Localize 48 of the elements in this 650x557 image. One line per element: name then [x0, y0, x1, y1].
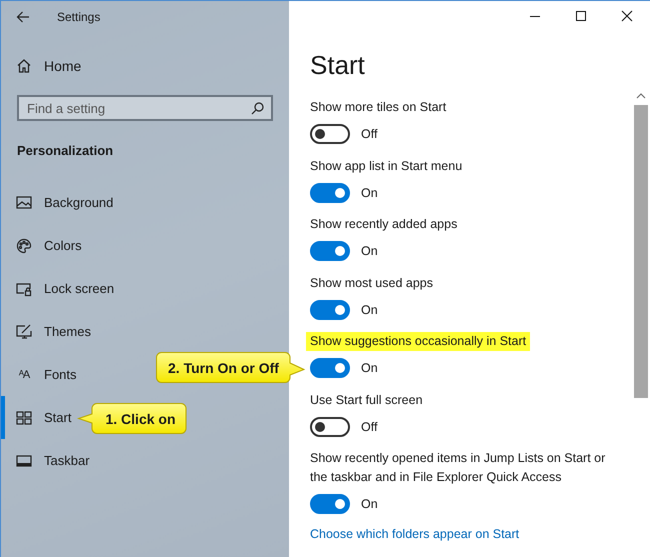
scroll-thumb[interactable] — [634, 105, 648, 398]
font-glyph-icon: ᴬA — [16, 368, 32, 380]
setting-label: Use Start full screen — [310, 392, 423, 408]
page-heading: Start — [310, 49, 366, 82]
scroll-up-icon[interactable] — [636, 93, 646, 99]
home-link[interactable]: Home — [1, 50, 289, 82]
toggle-switch[interactable] — [310, 494, 350, 514]
setting-label: Show recently added apps — [310, 216, 458, 233]
sidebar-item[interactable]: Start — [1, 396, 82, 439]
setting-label: Show more tiles on Start — [310, 99, 446, 116]
toggle-state: Off — [361, 127, 378, 141]
window-title: Settings — [57, 10, 100, 24]
setting-label: Show app list in Start menu — [310, 158, 462, 175]
folders-link[interactable]: Choose which folders appear on Start — [310, 526, 520, 540]
toggle-state: On — [361, 186, 378, 200]
sidebar-item[interactable]: Themes — [1, 310, 101, 353]
taskbar-icon — [16, 452, 32, 468]
search-field[interactable]: Find a setting — [17, 95, 273, 121]
lock-screen-icon — [16, 280, 32, 296]
toggle-switch[interactable] — [310, 416, 350, 436]
palette-icon — [16, 238, 32, 254]
search-icon — [251, 102, 264, 115]
sidebar-item[interactable]: Lock screen — [1, 267, 124, 310]
section-heading: Personalization — [17, 142, 114, 160]
sidebar-item[interactable]: Taskbar — [1, 439, 100, 482]
callout-text: 1. Click on — [105, 410, 176, 426]
toggle-state: On — [361, 497, 378, 511]
toggle-switch[interactable] — [310, 241, 350, 261]
picture-icon — [16, 194, 32, 210]
back-arrow-icon — [16, 10, 30, 22]
callout-text: 2. Turn On or Off — [168, 360, 279, 376]
setting-label: Show suggestions occasionally in Start — [306, 332, 530, 351]
toggle-switch[interactable] — [310, 358, 350, 378]
toggle-state: On — [361, 244, 378, 258]
toggle-switch[interactable] — [310, 124, 350, 144]
setting-label: Show recently opened items in Jump Lists on Start or the taskbar and in File Explorer Quick Access — [310, 450, 606, 486]
sidebar-item[interactable]: ᴬA Fonts — [1, 353, 87, 396]
home-icon — [16, 58, 32, 74]
setting-label: Show most used apps — [310, 274, 433, 292]
toggle-switch[interactable] — [310, 182, 350, 202]
sidebar-item[interactable]: Colors — [1, 224, 92, 267]
toggle-switch[interactable] — [310, 300, 350, 320]
monitor-brush-icon — [16, 324, 32, 340]
sidebar-item[interactable]: Background — [1, 181, 124, 224]
toggle-state: On — [361, 361, 378, 375]
tiles-icon — [16, 410, 32, 426]
toggle-state: Off — [361, 420, 378, 434]
toggle-state: On — [361, 302, 378, 316]
